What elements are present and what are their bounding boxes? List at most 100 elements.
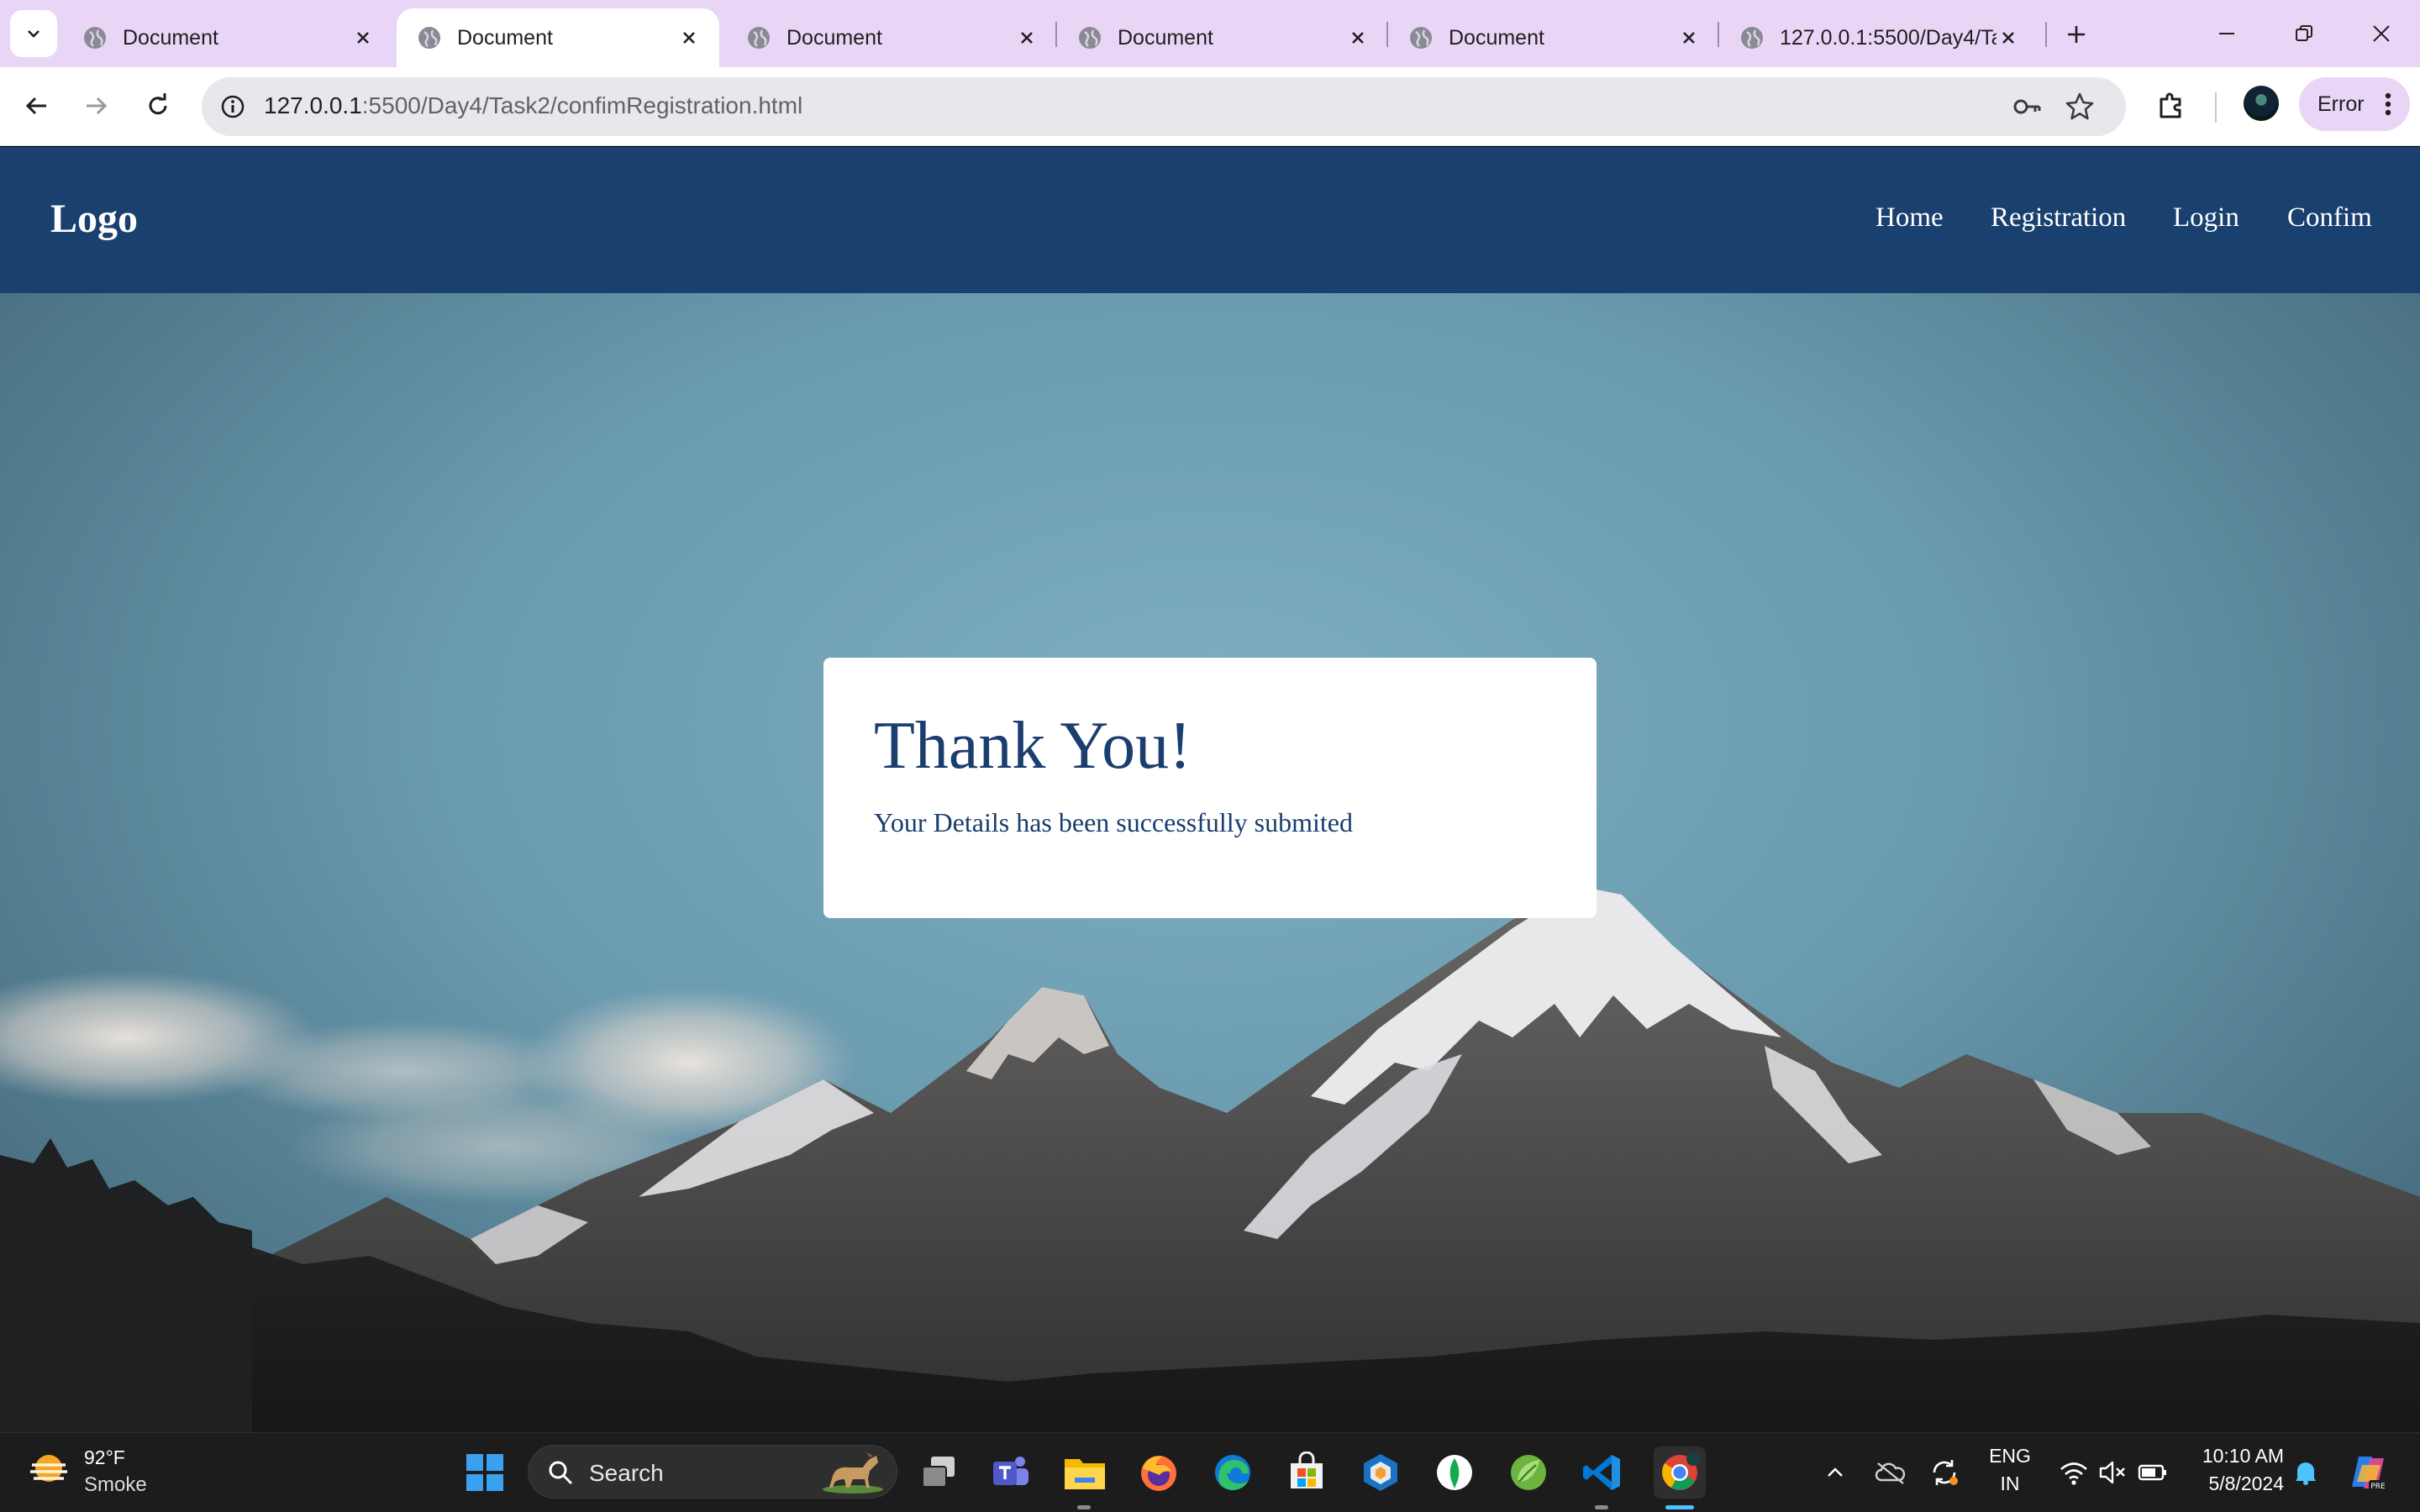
- wifi-icon[interactable]: [2054, 1450, 2094, 1495]
- weather-temperature[interactable]: 92°F: [84, 1446, 125, 1469]
- weather-haze-icon[interactable]: [29, 1452, 71, 1490]
- language-indicator[interactable]: ENG IN: [1986, 1445, 2033, 1495]
- notification-bell-icon[interactable]: [2286, 1450, 2326, 1495]
- tab-search-button[interactable]: [10, 10, 57, 57]
- restore-button[interactable]: [2279, 12, 2329, 55]
- globe-icon: [418, 27, 440, 49]
- more-vert-icon[interactable]: [2385, 92, 2391, 116]
- close-icon[interactable]: [677, 26, 701, 50]
- windows-taskbar: 92°F Smoke Search ENG IN 10:10 AM 5/8/20…: [0, 1432, 2420, 1512]
- close-icon[interactable]: [1015, 26, 1039, 50]
- close-window-button[interactable]: [2356, 12, 2407, 55]
- virtualbox-icon[interactable]: [1358, 1450, 1403, 1495]
- key-icon[interactable]: [2008, 87, 2047, 126]
- profile-avatar[interactable]: [2244, 86, 2279, 121]
- close-icon[interactable]: [1996, 26, 2020, 50]
- url-path: :5500/Day4/Task2/confimRegistration.html: [361, 92, 803, 118]
- confirmation-card: Thank You! Your Details has been success…: [823, 658, 1597, 918]
- minimize-button[interactable]: [2202, 12, 2252, 55]
- active-app-indicator: [1665, 1505, 1694, 1509]
- arrow-left-icon: [25, 97, 46, 115]
- volume-muted-icon[interactable]: [2092, 1450, 2133, 1495]
- language-code: ENG: [1989, 1445, 2031, 1467]
- url-text[interactable]: 127.0.0.1:5500/Day4/Task2/confimRegistra…: [264, 92, 802, 119]
- nav-link-confim[interactable]: Confim: [2287, 202, 2372, 234]
- mongodb-compass-icon[interactable]: [1432, 1450, 1477, 1495]
- clock-date: 5/8/2024: [2208, 1473, 2284, 1494]
- restore-icon: [2296, 25, 2312, 41]
- globe-icon: [1079, 27, 1101, 49]
- globe-icon: [1741, 27, 1763, 49]
- clock-time: 10:10 AM: [2202, 1445, 2284, 1467]
- minimize-icon: [2219, 33, 2234, 34]
- puzzle-icon: [2160, 92, 2181, 118]
- page-viewport: Logo Home Registration Login Confim Than…: [0, 147, 2420, 1432]
- chevron-down-icon: [28, 30, 39, 38]
- confirmation-message: Your Details has been successfully submi…: [874, 807, 1353, 837]
- spring-tools-icon[interactable]: [1506, 1450, 1551, 1495]
- browser-tab[interactable]: Document: [62, 8, 393, 67]
- back-button[interactable]: [15, 84, 59, 128]
- running-indicator: [1595, 1505, 1608, 1509]
- svg-text:PRE: PRE: [2370, 1483, 2386, 1491]
- globe-icon: [1410, 27, 1432, 49]
- close-icon[interactable]: [351, 26, 375, 50]
- clock[interactable]: 10:10 AM 5/8/2024: [2183, 1445, 2284, 1495]
- site-info-icon[interactable]: [213, 87, 252, 126]
- close-icon[interactable]: [1677, 26, 1701, 50]
- battery-icon[interactable]: [2133, 1450, 2173, 1495]
- nav-link-registration[interactable]: Registration: [1991, 202, 2126, 234]
- tab-title: Document: [123, 25, 218, 50]
- nav-link-login[interactable]: Login: [2173, 202, 2239, 234]
- reload-icon: [149, 93, 167, 115]
- teams-icon[interactable]: [988, 1450, 1034, 1495]
- chevron-up-icon[interactable]: [1815, 1450, 1855, 1495]
- search-placeholder: Search: [589, 1460, 664, 1486]
- taskbar-search-box[interactable]: Search: [528, 1445, 897, 1499]
- firefox-icon[interactable]: [1136, 1450, 1181, 1495]
- search-icon: [549, 1461, 573, 1485]
- browser-tab[interactable]: Document: [1057, 8, 1388, 67]
- extensions-button[interactable]: [2149, 84, 2193, 128]
- browser-tab[interactable]: 127.0.0.1:5500/Day4/Ta: [1719, 8, 2039, 67]
- new-tab-button[interactable]: [2057, 15, 2096, 54]
- sync-icon[interactable]: [1924, 1450, 1965, 1495]
- arrow-right-icon: [87, 97, 108, 115]
- close-icon[interactable]: [1346, 26, 1370, 50]
- close-icon: [2373, 25, 2390, 42]
- toolbar-divider: [2215, 92, 2217, 123]
- edge-icon[interactable]: [1210, 1450, 1255, 1495]
- tab-title: Document: [786, 25, 882, 50]
- nav-link-home[interactable]: Home: [1876, 202, 1944, 234]
- store-icon[interactable]: [1284, 1450, 1329, 1495]
- address-bar[interactable]: 127.0.0.1:5500/Day4/Task2/confimRegistra…: [202, 77, 2126, 136]
- tab-title: Document: [1449, 25, 1544, 50]
- copilot-icon[interactable]: PRE: [2344, 1450, 2391, 1495]
- browser-tab-active[interactable]: Document: [397, 8, 719, 67]
- browser-tab[interactable]: Document: [726, 8, 1057, 67]
- profile-error-label: Error: [2317, 92, 2365, 116]
- site-navbar: Logo Home Registration Login Confim: [0, 147, 2420, 293]
- bookmark-star-icon[interactable]: [2060, 87, 2099, 126]
- globe-icon: [84, 27, 106, 49]
- url-host: 127.0.0.1: [264, 92, 362, 118]
- file-explorer-icon[interactable]: [1062, 1450, 1107, 1495]
- start-icon[interactable]: [462, 1450, 508, 1495]
- forward-button[interactable]: [74, 84, 118, 128]
- onedrive-offline-icon[interactable]: [1870, 1450, 1911, 1495]
- search-highlight-horse-icon: [823, 1452, 883, 1494]
- site-logo[interactable]: Logo: [50, 196, 138, 242]
- tab-title: 127.0.0.1:5500/Day4/Ta: [1780, 25, 1996, 50]
- profile-error-button[interactable]: Error: [2299, 77, 2410, 131]
- keyboard-region: IN: [2000, 1473, 2020, 1494]
- browser-tabstrip: Document Document Document Document Docu…: [0, 0, 2420, 67]
- task-view-icon[interactable]: [916, 1450, 961, 1495]
- confirmation-title: Thank You!: [874, 709, 1192, 783]
- vscode-icon[interactable]: [1580, 1450, 1625, 1495]
- browser-toolbar: 127.0.0.1:5500/Day4/Task2/confimRegistra…: [0, 67, 2420, 146]
- browser-tab[interactable]: Document: [1388, 8, 1719, 67]
- reload-button[interactable]: [136, 84, 180, 128]
- chrome-icon[interactable]: [1654, 1446, 1706, 1499]
- running-indicator: [1077, 1505, 1091, 1509]
- weather-condition[interactable]: Smoke: [84, 1473, 147, 1497]
